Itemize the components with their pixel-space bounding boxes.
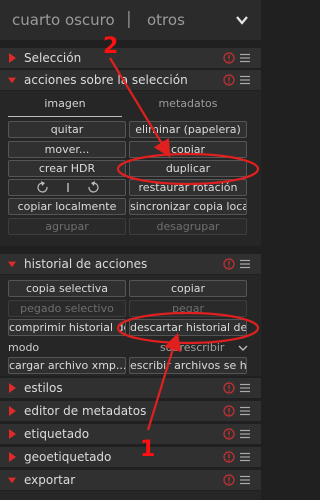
collapse-arrow-icon: [8, 261, 16, 268]
expand-arrow-icon: [9, 383, 16, 393]
presets-menu-icon[interactable]: [240, 475, 250, 485]
expand-arrow-icon: [9, 406, 16, 416]
reset-icon[interactable]: [223, 451, 235, 463]
reset-icon[interactable]: [223, 382, 235, 394]
section-geoetiquetado[interactable]: geoetiquetado: [0, 447, 261, 467]
reset-icon[interactable]: [223, 258, 235, 270]
view-separator: |: [126, 9, 132, 29]
copiar-localmente-button[interactable]: copiar localmente: [8, 198, 126, 215]
collapse-arrow-icon: [8, 477, 16, 484]
presets-menu-icon[interactable]: [240, 406, 250, 416]
presets-menu-icon[interactable]: [240, 259, 250, 269]
reset-icon[interactable]: [223, 428, 235, 440]
copiar-historial-button[interactable]: copiar: [129, 280, 247, 297]
agrupar-button[interactable]: agrupar: [8, 218, 126, 235]
mode-select[interactable]: sobrescribir: [160, 341, 224, 354]
mover-button[interactable]: mover...: [8, 141, 126, 158]
section-label: etiquetado: [24, 427, 90, 441]
rotation-buttons-group: [8, 179, 126, 196]
presets-menu-icon[interactable]: [240, 429, 250, 439]
mode-label: modo: [8, 341, 40, 354]
other-views-tab[interactable]: otros: [147, 11, 185, 29]
desagrupar-button[interactable]: desagrupar: [129, 218, 247, 235]
reset-icon[interactable]: [223, 74, 235, 86]
reset-icon[interactable]: [223, 52, 235, 64]
reset-icon[interactable]: [223, 405, 235, 417]
presets-menu-icon[interactable]: [240, 53, 250, 63]
expand-arrow-icon: [9, 452, 16, 462]
quitar-button[interactable]: quitar: [8, 121, 126, 138]
section-etiquetado[interactable]: etiquetado: [0, 424, 261, 444]
section-acciones-seleccion[interactable]: acciones sobre la selección: [0, 70, 261, 90]
collapse-arrow-icon: [8, 77, 16, 84]
chevron-down-icon[interactable]: [238, 344, 248, 352]
sincronizar-copia-local-button[interactable]: sincronizar copia local: [129, 198, 247, 215]
annotation-number-1: 1: [140, 437, 156, 462]
chevron-down-icon[interactable]: [234, 13, 250, 27]
presets-menu-icon[interactable]: [240, 452, 250, 462]
crear-hdr-button[interactable]: crear HDR: [8, 160, 126, 177]
section-label: exportar: [24, 473, 76, 487]
section-editor-metadatos[interactable]: editor de metadatos: [0, 401, 261, 421]
copia-selectiva-button[interactable]: copia selectiva: [8, 280, 126, 297]
view-switcher-bar: cuarto oscuro | otros: [0, 0, 261, 40]
section-label: estilos: [24, 381, 63, 395]
rotate-icons: [37, 181, 99, 193]
copiar-imagen-button[interactable]: copiar: [129, 141, 247, 158]
section-exportar[interactable]: exportar: [0, 470, 261, 490]
annotation-number-2: 2: [103, 34, 119, 59]
restaurar-rotacion-button[interactable]: restaurar rotación: [129, 179, 247, 196]
section-label: geoetiquetado: [24, 450, 112, 464]
duplicar-button[interactable]: duplicar: [129, 160, 247, 177]
exportar-panel: [0, 491, 261, 500]
pegar-button[interactable]: pegar: [129, 300, 247, 317]
descartar-historial-button[interactable]: descartar historial de ...: [129, 319, 247, 336]
section-label: Selección: [24, 51, 82, 65]
pegado-selectivo-button[interactable]: pegado selectivo: [8, 300, 126, 317]
section-label: acciones sobre la selección: [24, 73, 188, 87]
expand-arrow-icon: [9, 53, 16, 63]
section-seleccion[interactable]: Selección: [0, 48, 261, 68]
eliminar-papelera-button[interactable]: eliminar (papelera): [129, 121, 247, 138]
section-label: editor de metadatos: [24, 404, 147, 418]
section-label: historial de acciones: [24, 257, 148, 271]
tab-metadatos[interactable]: metadatos: [130, 95, 246, 117]
section-estilos[interactable]: estilos: [0, 378, 261, 398]
darktable-right-panel: cuarto oscuro | otros Selección acciones…: [0, 0, 261, 500]
presets-menu-icon[interactable]: [240, 383, 250, 393]
comprimir-historial-button[interactable]: comprimir historial de ...: [8, 319, 126, 336]
section-historial-acciones[interactable]: historial de acciones: [0, 254, 261, 274]
presets-menu-icon[interactable]: [240, 75, 250, 85]
darkroom-tab[interactable]: cuarto oscuro: [12, 11, 115, 29]
tab-imagen[interactable]: imagen: [8, 95, 122, 117]
escribir-archivos-button[interactable]: escribir archivos se h...: [129, 357, 247, 374]
reset-icon[interactable]: [223, 474, 235, 486]
cargar-xmp-button[interactable]: cargar archivo xmp...: [8, 357, 126, 374]
expand-arrow-icon: [9, 429, 16, 439]
